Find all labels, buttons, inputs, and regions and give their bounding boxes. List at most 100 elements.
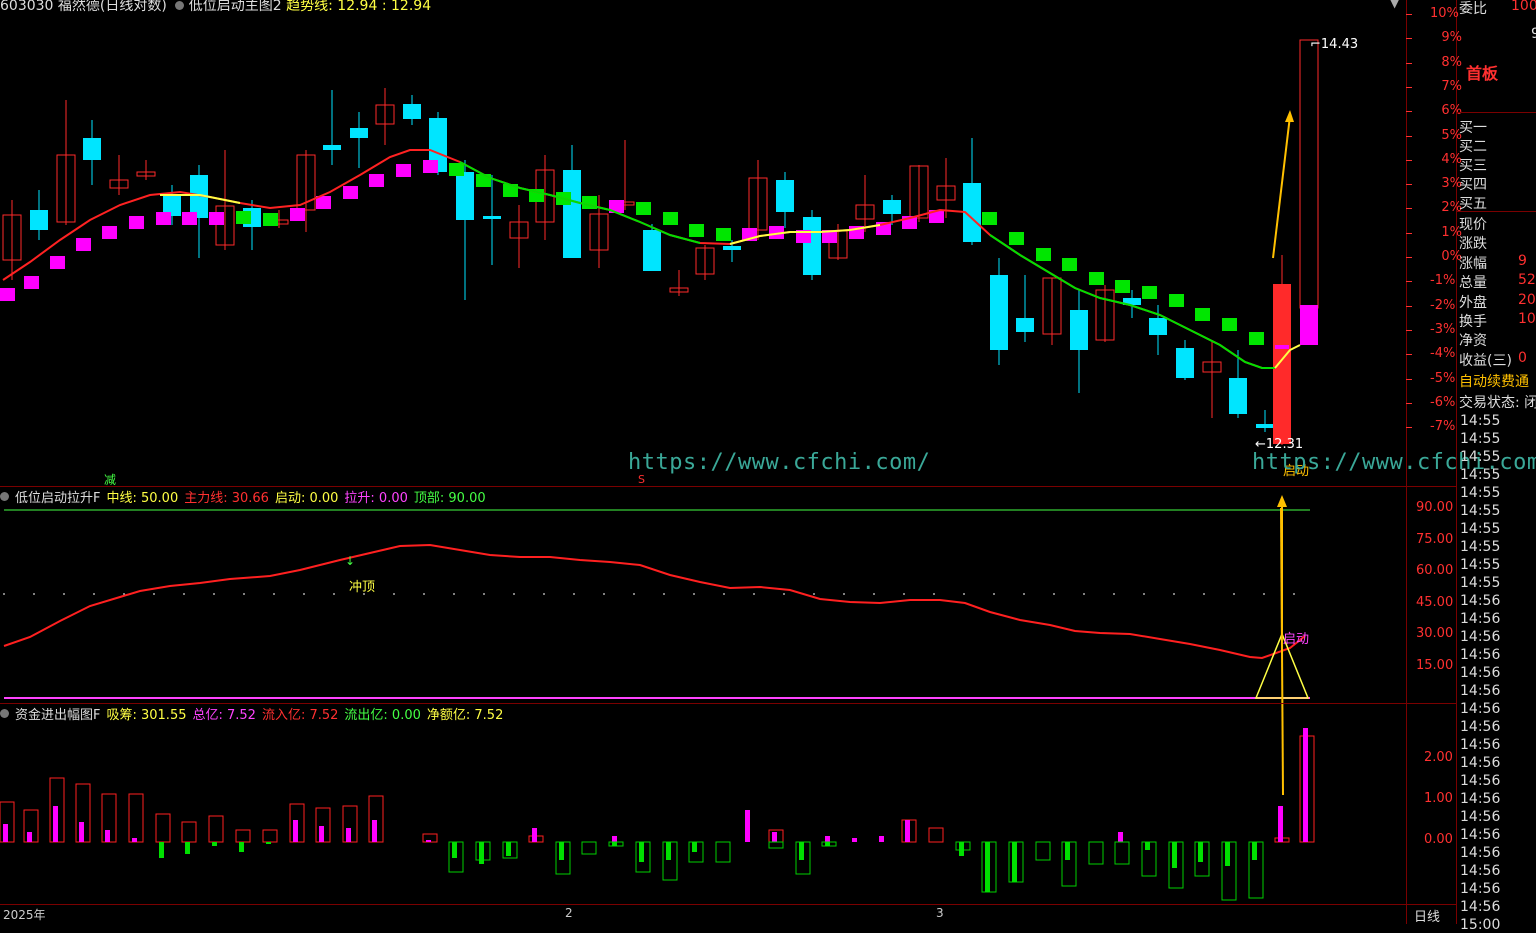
indicator1-title: 低位启动拉升F 中线: 50.00 主力线: 30.66 启动: 0.00 拉升: 0… [0,487,486,506]
midline-dot [1113,593,1115,595]
percent-tick-mark [1406,184,1412,186]
time-entry: 14:56 [1460,773,1501,789]
candle-body [990,275,1008,350]
stat-value: 9 [1518,252,1527,269]
midline-dot [693,593,695,595]
indicator1-tick: 90.00 [1416,500,1454,515]
green-marker [689,224,704,237]
outflow-net-bar [959,842,964,856]
magenta-marker [0,288,15,301]
outflow-net-bar [212,842,217,846]
outflow-bar [1035,841,1051,861]
indicator1-fields: 中线: 50.00 主力线: 30.66 启动: 0.00 拉升: 0.00 顶部: 9… [106,487,485,506]
indicator-field: 顶部: 90.00 [413,491,486,506]
outflow-bar [581,841,597,855]
indicator1-tick: 60.00 [1416,563,1454,579]
time-entry: 14:55 [1460,413,1501,429]
x-axis-label-feb: 2 [565,906,573,920]
candle-body [1149,318,1167,335]
time-entry: 14:55 [1460,431,1501,447]
time-entry: 14:56 [1460,701,1501,717]
candle-body [83,138,101,160]
indicator1-name[interactable]: 低位启动拉升F [15,487,100,506]
inflow-bar [181,821,197,843]
indicator1-chart: ↓ [3,495,1310,699]
net-bar [532,828,537,842]
green-marker [236,211,251,224]
limit-up-candle [1273,284,1291,444]
midline-dot [843,593,845,595]
green-marker [663,212,678,225]
percent-tick: 7% [1441,78,1462,94]
indicator-field: 总亿: 7.52 [192,708,256,723]
arrow-head [1277,495,1287,507]
percent-tick-mark [1406,305,1412,307]
net-bar [27,832,32,842]
high-price-label: ⌐14.43 [1310,37,1359,52]
indicator-field: 中线: 50.00 [106,491,179,506]
outflow-net-bar [1198,842,1203,862]
extra-value: 9 [1531,26,1536,42]
midline-dot [1083,593,1085,595]
stat-label: 外盘 [1459,294,1487,311]
stat-label: 涨幅 [1459,255,1487,272]
outflow-net-bar [1065,842,1070,860]
inflow-bar [235,829,251,843]
outflow-net-bar [985,842,990,892]
close-icon[interactable] [0,492,9,501]
inflow-bar [155,813,171,843]
bid-label: 买二 [1459,139,1487,155]
magenta-marker [423,160,438,173]
candle-body [403,104,421,119]
net-bar [132,838,137,842]
time-entry: 14:56 [1460,647,1501,663]
midline-dot [453,593,455,595]
outflow-net-bar [1252,842,1257,860]
candle-body [1299,39,1319,309]
outflow-bar [715,841,731,863]
indicator2-fields: 吸筹: 301.55 总亿: 7.52 流入亿: 7.52 流出亿: 0.00 净额亿:… [106,704,503,723]
indicator-field: 吸筹: 301.55 [106,708,187,723]
net-bar [346,828,351,842]
indicator2-tick: 1.00 [1424,791,1453,806]
net-bar [852,838,857,842]
candle-body [723,246,741,250]
time-entry: 14:56 [1460,863,1501,879]
net-bar [612,836,617,842]
net-bar [3,824,8,842]
period-button[interactable]: 日线 [1414,906,1440,925]
percent-tick-mark [1406,354,1412,356]
indicator2-tick: 2.00 [1424,750,1453,765]
midline-dot [1053,593,1055,595]
candle-marker [1275,345,1289,349]
auto-renew-link[interactable]: 自动续费通 [1459,371,1529,391]
stat-label: 现价 [1459,217,1487,233]
indicator1-tick: 75.00 [1416,531,1454,547]
candle-body [643,230,661,271]
candle-body [1256,424,1274,428]
time-entry: 14:56 [1460,611,1501,627]
percent-tick-mark [1406,208,1412,210]
time-entry: 14:55 [1460,503,1501,519]
indicator2-title: 资金进出幅图F 吸筹: 301.55 总亿: 7.52 流入亿: 7.52 流出亿: … [0,704,503,723]
green-marker [476,174,491,187]
candle-body [803,217,821,275]
percent-tick: -5% [1430,370,1456,386]
indicator2-name[interactable]: 资金进出幅图F [15,704,100,723]
magenta-marker [182,212,197,225]
percent-tick-mark [1406,257,1412,258]
down-arrow-icon: ↓ [345,554,355,568]
net-bar [772,832,777,842]
close-icon[interactable] [0,709,9,718]
midline-dot [1143,593,1145,595]
indicator1-tick: 30.00 [1416,626,1454,642]
midline-dot [903,593,905,595]
time-entry: 14:56 [1460,629,1501,645]
net-bar [293,820,298,842]
outflow-net-bar [452,842,457,858]
time-entry: 14:56 [1460,683,1501,699]
stat-label: 总量 [1459,275,1487,292]
outflow-net-bar [799,842,804,860]
percent-tick-mark [1406,427,1412,429]
net-bar [879,836,884,842]
